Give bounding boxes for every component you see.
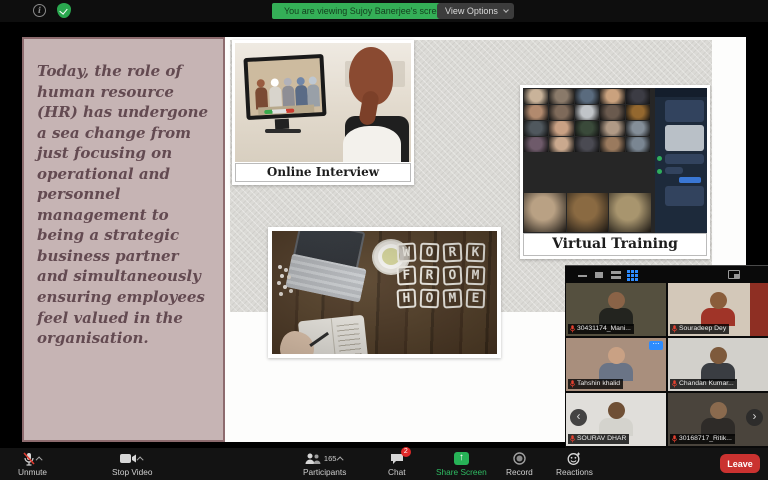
participant-name-label: 30168717_Ritik... (670, 434, 735, 444)
flowers-illustration (278, 265, 282, 269)
tile-more-button[interactable]: ⋯ (649, 341, 663, 350)
participant-name-label: 30431174_Mani... (568, 324, 634, 334)
reactions-button[interactable]: Reactions (556, 451, 593, 477)
notebook-illustration (298, 315, 368, 354)
record-button[interactable]: Record (506, 451, 533, 477)
meeting-toolbar: Unmute Stop Video 165 (0, 448, 768, 480)
gallery-header (565, 266, 768, 283)
leave-button[interactable]: Leave (720, 454, 760, 473)
view-options-label: View Options (445, 6, 498, 16)
participant-video-tile[interactable]: 30431174_Mani... (566, 283, 666, 336)
small-view-icon[interactable] (595, 272, 603, 278)
meeting-top-bar: i You are viewing Sujoy Banerjee's scree… (0, 0, 768, 22)
encryption-shield-icon[interactable] (57, 3, 71, 18)
participant-name-label: Tahshin khalid (568, 379, 623, 389)
unmute-button[interactable]: Unmute (18, 451, 47, 477)
participants-icon (305, 453, 321, 465)
virtual-training-caption: Virtual Training (523, 233, 707, 256)
participant-video-tile[interactable]: Chandan Kumar... (668, 338, 768, 391)
viewing-screen-banner: You are viewing Sujoy Banerjee's screen (272, 3, 458, 19)
share-screen-icon: ↑ (454, 452, 469, 465)
participant-name-label: SOURAV DHAR (568, 434, 629, 444)
camera-icon (120, 453, 136, 464)
online-interview-caption: Online Interview (235, 163, 411, 182)
zoom-meeting-window: i You are viewing Sujoy Banerjee's scree… (0, 0, 768, 480)
hand-illustration (275, 327, 319, 354)
gallery-view-icon[interactable] (627, 270, 638, 281)
slide-text-panel: Today, the role of human resource (HR) h… (22, 37, 225, 442)
video-grid-illustration (524, 89, 652, 152)
teacup-illustration (374, 241, 408, 273)
online-interview-card: Online Interview (232, 40, 414, 185)
participant-name-label: Chandan Kumar... (670, 379, 737, 389)
chat-panel-illustration (655, 88, 707, 233)
monitor-illustration (243, 54, 326, 120)
work-from-home-card: WORKFROMHOME (268, 227, 501, 358)
chat-button[interactable]: 2 Chat (388, 451, 406, 477)
participant-name-label: Souradeep Dey (670, 324, 729, 334)
participant-video-tile[interactable]: Souradeep Dey (668, 283, 768, 336)
minimize-icon[interactable] (578, 275, 587, 277)
participants-caret[interactable] (337, 456, 344, 463)
gallery-next-button[interactable]: › (746, 409, 763, 426)
participant-video-tile[interactable]: ⋯ Tahshin khalid (566, 338, 666, 391)
record-icon (513, 452, 526, 465)
participants-count: 165 (324, 454, 337, 463)
chat-badge: 2 (401, 447, 411, 457)
exit-minimized-video-icon[interactable] (728, 270, 740, 279)
virtual-training-card: Virtual Training (520, 85, 710, 259)
view-options-button[interactable]: View Options (437, 3, 514, 19)
video-options-caret[interactable] (137, 456, 144, 463)
gallery-grid: 30431174_Mani... Souradeep Dey ⋯ Tahshin kh… (565, 283, 768, 446)
stop-video-button[interactable]: Stop Video (112, 451, 152, 477)
slide-paragraph: Today, the role of human resource (HR) h… (37, 62, 208, 347)
strip-view-icon[interactable] (611, 271, 621, 279)
laptop-illustration (293, 231, 366, 271)
share-screen-button[interactable]: ↑ Share Screen (436, 451, 487, 477)
audio-options-caret[interactable] (35, 456, 42, 463)
meeting-info-icon[interactable]: i (33, 4, 46, 17)
participants-button[interactable]: 165 Participants (303, 451, 346, 477)
chevron-down-icon (503, 7, 509, 13)
reactions-smiley-icon (567, 452, 581, 466)
gallery-prev-button[interactable]: ‹ (570, 409, 587, 426)
microphone-muted-icon (23, 452, 35, 466)
virtual-training-photo (523, 88, 707, 233)
wfh-letter-tiles: WORKFROMHOME (397, 243, 485, 308)
online-interview-photo (235, 43, 411, 162)
participant-gallery-panel: 30431174_Mani... Souradeep Dey ⋯ Tahshin kh… (565, 265, 768, 448)
work-from-home-photo: WORKFROMHOME (272, 231, 497, 354)
video-grid-bottom-row (524, 193, 652, 232)
